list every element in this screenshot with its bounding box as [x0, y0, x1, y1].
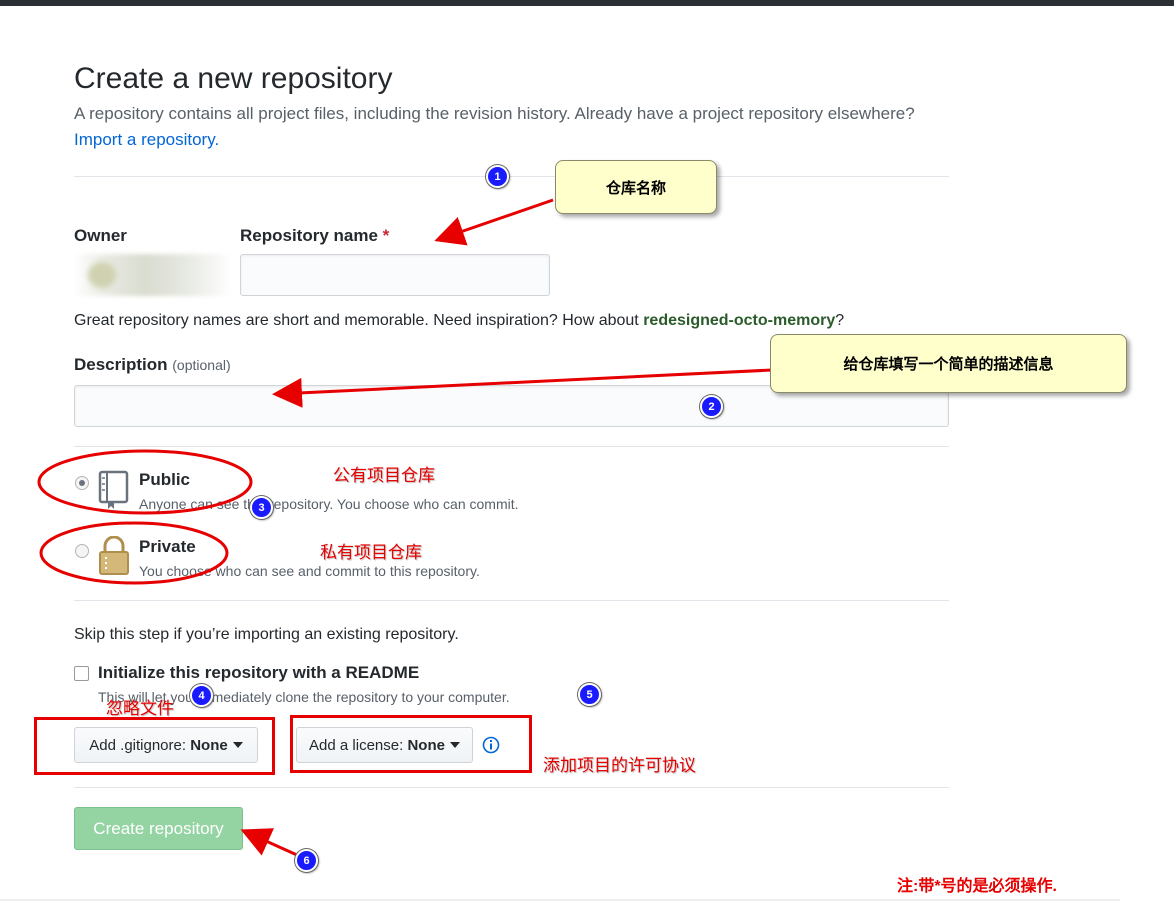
label-private-repo: 私有项目仓库 [320, 543, 422, 562]
label-public-repo: 公有项目仓库 [333, 466, 435, 485]
step-badge-1: 1 [486, 165, 509, 188]
arrow-6 [240, 828, 298, 857]
step-badge-3: 3 [250, 496, 273, 519]
arrow-1 [434, 198, 554, 246]
footnote: 注:带*号的是必须操作. [897, 878, 1058, 895]
label-gitignore: 忽略文件 [106, 699, 174, 718]
step-badge-5: 5 [578, 683, 601, 706]
label-license: 添加项目的许可协议 [543, 756, 696, 775]
gitignore-highlight-box [34, 717, 275, 775]
private-highlight-ellipse [39, 521, 229, 585]
step-badge-4: 4 [190, 684, 213, 707]
arrow-2 [272, 368, 773, 408]
step-badge-6: 6 [295, 849, 318, 872]
step-badge-2: 2 [700, 395, 723, 418]
public-highlight-ellipse [37, 449, 253, 515]
callout-repo-name: 仓库名称 [555, 160, 717, 214]
license-highlight-box [290, 715, 532, 773]
callout-description: 给仓库填写一个简单的描述信息 [770, 334, 1127, 393]
